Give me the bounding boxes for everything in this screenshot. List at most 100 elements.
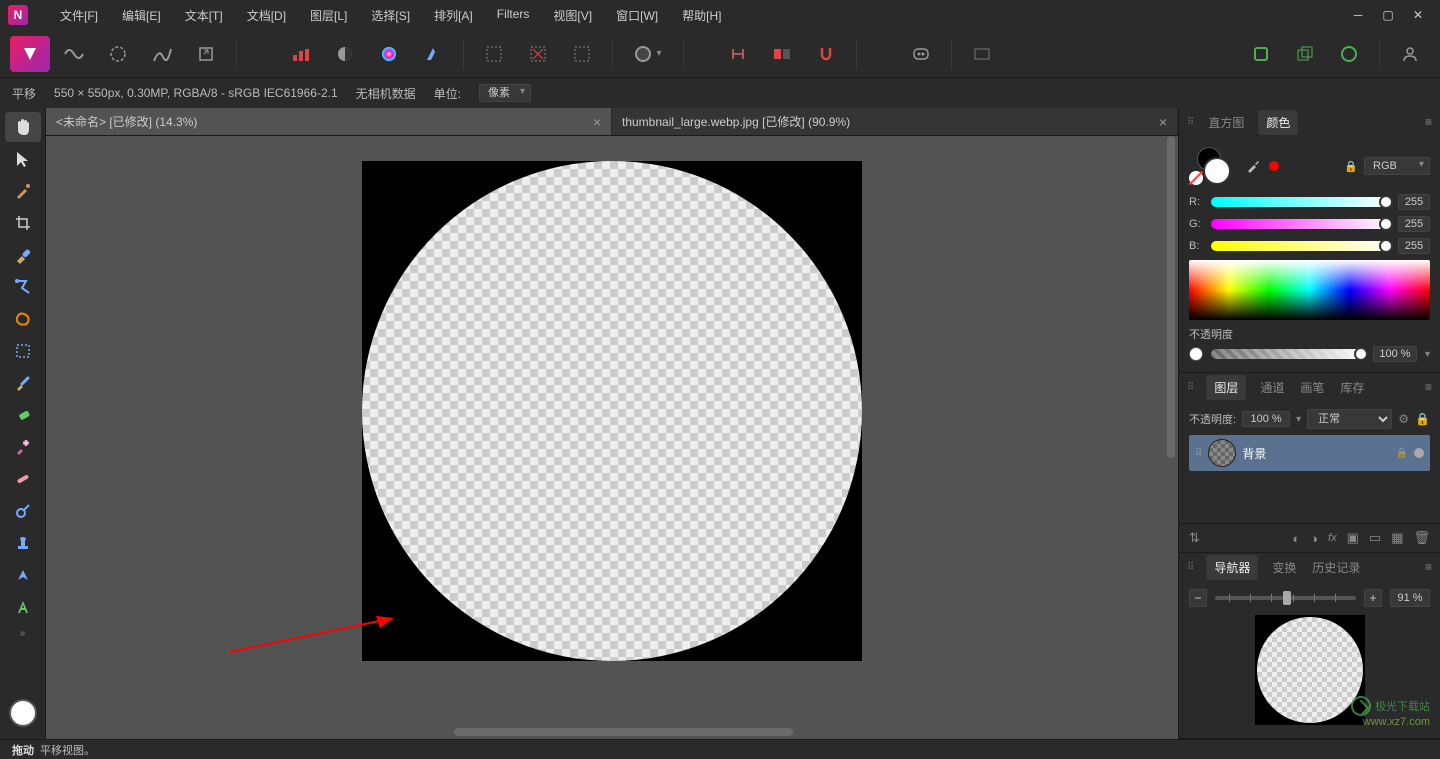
panel-drag-handle-icon[interactable]: ⠿ [1187, 562, 1194, 573]
context-units-select[interactable]: 像素 [479, 84, 531, 102]
primary-color-swatch[interactable] [1203, 157, 1231, 185]
align-icon[interactable] [762, 36, 802, 72]
layer-opacity-input[interactable] [1242, 411, 1290, 427]
zoom-in-button[interactable]: + [1364, 589, 1382, 607]
assistant-icon[interactable] [901, 36, 941, 72]
delete-layer-icon[interactable]: 🗑 [1413, 530, 1430, 546]
crop-layer-icon[interactable]: ▣ [1347, 530, 1359, 546]
layer-lock-icon[interactable]: 🔒 [1396, 448, 1408, 459]
tab-stock[interactable]: 库存 [1338, 375, 1366, 400]
panel-drag-handle-icon[interactable]: ⠿ [1187, 117, 1194, 128]
group-icon[interactable]: ▭ [1369, 530, 1381, 546]
color-swatch-ring[interactable] [1189, 147, 1233, 185]
tab-histogram[interactable]: 直方图 [1206, 110, 1246, 135]
persona-tonemap-icon[interactable] [142, 36, 182, 72]
panel-drag-handle-icon[interactable]: ⠿ [1187, 382, 1194, 393]
tab-layers[interactable]: 图层 [1206, 375, 1246, 400]
opacity-dropdown-icon[interactable]: ▾ [1296, 414, 1301, 425]
gear-icon[interactable]: ⚙ [1398, 412, 1409, 426]
zoom-out-button[interactable]: − [1189, 589, 1207, 607]
adjust-icon[interactable]: ◑ [1310, 531, 1318, 546]
tab-brushes[interactable]: 画笔 [1298, 375, 1326, 400]
mask-icon[interactable]: ◐ [1292, 531, 1300, 546]
tab-navigator[interactable]: 导航器 [1206, 555, 1258, 580]
account-icon[interactable] [1390, 36, 1430, 72]
b-slider[interactable] [1211, 241, 1390, 251]
canvas-scrollbar-horizontal[interactable] [46, 725, 1178, 739]
eyedropper-icon[interactable] [1245, 158, 1261, 174]
new-mask-icon[interactable] [1329, 36, 1369, 72]
flood-select-tool[interactable] [5, 272, 41, 302]
menu-file[interactable]: 文件[F] [48, 2, 110, 29]
blend-mode-select[interactable]: 正常 [1307, 409, 1392, 429]
color-well[interactable] [9, 699, 37, 727]
opacity-value-input[interactable] [1373, 346, 1417, 362]
menu-arrange[interactable]: 排列[A] [422, 2, 485, 29]
no-color-swatch[interactable] [1189, 171, 1203, 185]
tab-close-icon[interactable]: × [1159, 114, 1167, 130]
stock-icon[interactable] [962, 36, 1002, 72]
layer-visibility-toggle[interactable] [1414, 448, 1424, 458]
tab-color[interactable]: 颜色 [1258, 110, 1298, 135]
panel-menu-icon[interactable]: ≡ [1425, 115, 1432, 129]
lock-icon[interactable]: 🔒 [1415, 412, 1430, 426]
r-value-input[interactable] [1398, 194, 1430, 210]
menu-document[interactable]: 文档[D] [235, 2, 298, 29]
b-value-input[interactable] [1398, 238, 1430, 254]
tab-history[interactable]: 历史记录 [1310, 555, 1362, 580]
menu-filters[interactable]: Filters [485, 2, 542, 29]
minimize-button[interactable]: ─ [1350, 7, 1366, 23]
selection-rect-icon[interactable] [474, 36, 514, 72]
opacity-dropdown-icon[interactable]: ▾ [1425, 349, 1430, 360]
menu-edit[interactable]: 编辑[E] [110, 2, 173, 29]
menu-view[interactable]: 视图[V] [541, 2, 604, 29]
paint-brush-tool[interactable] [5, 368, 41, 398]
tab-channels[interactable]: 通道 [1258, 375, 1286, 400]
dodge-tool[interactable] [5, 496, 41, 526]
menu-text[interactable]: 文本[T] [173, 2, 235, 29]
pen-tool[interactable] [5, 560, 41, 590]
text-tool[interactable] [5, 592, 41, 622]
navigator-preview[interactable] [1255, 615, 1365, 725]
document-tab-1[interactable]: <未命名> [已修改] (14.3%) × [46, 108, 612, 135]
fx-icon[interactable]: fx [1328, 532, 1337, 544]
menu-help[interactable]: 帮助[H] [670, 2, 733, 29]
persona-photo-icon[interactable] [10, 36, 50, 72]
close-window-button[interactable]: ✕ [1410, 7, 1426, 23]
panel-menu-icon[interactable]: ≡ [1425, 380, 1432, 394]
magnet-icon[interactable] [806, 36, 846, 72]
tools-expand-icon[interactable]: » [16, 624, 30, 643]
layer-drag-handle-icon[interactable]: ⠿ [1195, 448, 1202, 459]
persona-liquify-icon[interactable] [54, 36, 94, 72]
zoom-value-input[interactable] [1390, 589, 1430, 607]
move-tool[interactable] [5, 144, 41, 174]
eraser-tool[interactable] [5, 400, 41, 430]
color-spectrum[interactable] [1189, 260, 1430, 320]
panel-menu-icon[interactable]: ≡ [1425, 560, 1432, 574]
new-layer-icon[interactable] [1241, 36, 1281, 72]
persona-develop-icon[interactable] [98, 36, 138, 72]
autolevels-icon[interactable] [281, 36, 321, 72]
stamp-tool[interactable] [5, 528, 41, 558]
zoom-slider[interactable] [1215, 596, 1356, 600]
add-layer-icon[interactable]: ▦ [1391, 530, 1403, 546]
r-slider[interactable] [1211, 197, 1390, 207]
quickmask-icon[interactable]: ▾ [623, 36, 673, 72]
healing-tool[interactable] [5, 464, 41, 494]
persona-export-icon[interactable] [186, 36, 226, 72]
freehand-select-tool[interactable] [5, 304, 41, 334]
tab-close-icon[interactable]: × [593, 114, 601, 130]
menu-window[interactable]: 窗口[W] [604, 2, 670, 29]
menu-layer[interactable]: 图层[L] [298, 2, 359, 29]
document-tab-2[interactable]: thumbnail_large.webp.jpg [已修改] (90.9%) × [612, 108, 1178, 135]
autocolor-icon[interactable] [369, 36, 409, 72]
lock-icon[interactable]: 🔒 [1344, 160, 1358, 173]
marquee-tool[interactable] [5, 336, 41, 366]
canvas-area[interactable] [46, 136, 1178, 725]
tab-transform[interactable]: 变换 [1270, 555, 1298, 580]
new-pixel-layer-icon[interactable] [1285, 36, 1325, 72]
maximize-button[interactable]: ▢ [1380, 7, 1396, 23]
opacity-slider[interactable] [1211, 349, 1365, 359]
crop-tool[interactable] [5, 208, 41, 238]
canvas-scrollbar-vertical[interactable] [1164, 136, 1178, 711]
